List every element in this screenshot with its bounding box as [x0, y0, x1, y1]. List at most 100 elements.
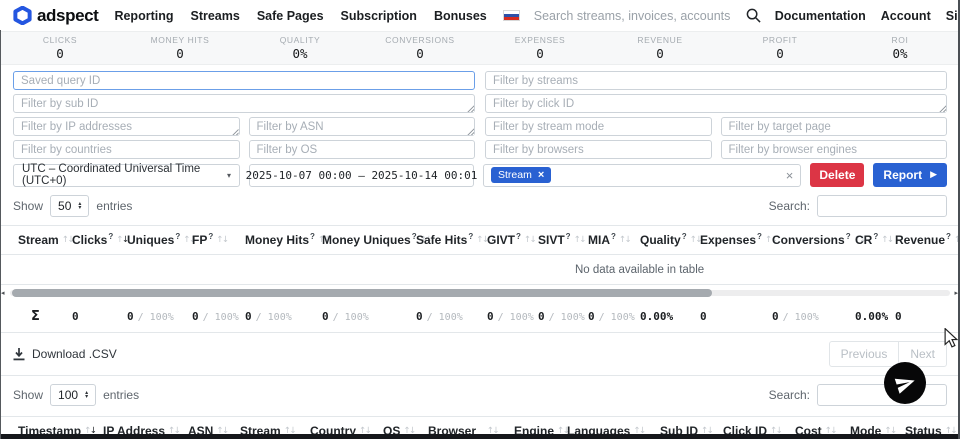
filters-panel: [0, 65, 960, 159]
column-label: MIA: [588, 233, 610, 247]
clicks-table-controls: Show 100 ▴▾ entries Search:: [0, 376, 960, 414]
column-label: Safe Hits: [416, 233, 467, 247]
column-label: Conversions: [772, 233, 845, 247]
summary-cell: 0.00%: [855, 310, 895, 323]
column-label: Money Uniques: [322, 233, 411, 247]
report-col-expenses[interactable]: Expenses?↑↓: [700, 233, 772, 247]
summary-cell: 0/ 100%: [192, 310, 245, 323]
sort-icon: ↑↓: [476, 235, 487, 245]
scrollbar-thumb[interactable]: [12, 289, 712, 297]
filter-countries-input[interactable]: [13, 140, 240, 159]
report-col-mia[interactable]: MIA?↑↓: [588, 233, 640, 247]
delete-button[interactable]: Delete: [810, 163, 864, 187]
nav-item-subscription[interactable]: Subscription: [341, 9, 417, 23]
play-icon: ▶: [930, 170, 937, 180]
nav-menu: Reporting Streams Safe Pages Subscription Bo…: [114, 9, 486, 23]
date-range-input[interactable]: 2025-10-07 00:00 – 2025-10-14 00:01: [249, 164, 474, 187]
clicks-page-size-select[interactable]: 100 ▴▾: [50, 384, 96, 406]
filter-click-id-input[interactable]: [485, 94, 947, 113]
report-col-uniques[interactable]: Uniques?↑↓: [127, 233, 192, 247]
report-col-conversions[interactable]: Conversions?↑↓: [772, 233, 855, 247]
help-icon: ?: [946, 233, 951, 241]
summary-value: 0: [245, 310, 252, 323]
report-col-sivt[interactable]: SIVT?↑↓: [538, 233, 588, 247]
nav-item-safe-pages[interactable]: Safe Pages: [257, 9, 324, 23]
filter-sub-id-input[interactable]: [13, 94, 475, 113]
stat-revenue: REVENUE0: [600, 35, 720, 61]
global-search-input[interactable]: [534, 9, 732, 23]
group-by-multiselect[interactable]: Stream × ×: [483, 164, 801, 187]
stat-value: 0%: [840, 46, 960, 61]
timezone-value: UTC – Coordinated Universal Time (UTC+0): [22, 163, 227, 187]
previous-page-button[interactable]: Previous: [829, 341, 900, 367]
summary-cell: 0/ 100%: [487, 310, 538, 323]
search-label: Search:: [769, 388, 810, 402]
summary-value: Σ: [18, 309, 40, 324]
filter-streams-input[interactable]: [485, 71, 947, 90]
nav-link-documentation[interactable]: Documentation: [775, 9, 866, 23]
report-col-money-hits[interactable]: Money Hits?↑↓: [245, 233, 322, 247]
report-col-givt[interactable]: GIVT?↑↓: [487, 233, 538, 247]
scroll-left-icon[interactable]: ◂: [1, 289, 5, 297]
filters-left-column: [13, 71, 475, 159]
report-col-stream[interactable]: Stream↑↓: [18, 233, 72, 247]
show-label: Show: [13, 199, 43, 213]
telegram-button[interactable]: [884, 362, 926, 404]
report-col-cr[interactable]: CR?↑↓: [855, 233, 895, 247]
sort-icon: ↑↓: [216, 235, 227, 245]
pagination: Previous Next: [829, 341, 947, 367]
show-label: Show: [13, 388, 43, 402]
report-col-safe-hits[interactable]: Safe Hits?↑↓: [416, 233, 487, 247]
entries-label: entries: [103, 388, 139, 402]
clicks-table-search-input[interactable]: [817, 384, 947, 406]
nav-item-bonuses[interactable]: Bonuses: [434, 9, 487, 23]
filter-browsers-input[interactable]: [485, 140, 712, 159]
summary-value: 0.00%: [855, 310, 888, 323]
report-table-footer: Download .CSV Previous Next: [0, 333, 960, 375]
nav-item-reporting[interactable]: Reporting: [114, 9, 173, 23]
report-col-quality[interactable]: Quality?↑↓: [640, 233, 700, 247]
filter-os-input[interactable]: [249, 140, 476, 159]
stat-label: ROI: [840, 35, 960, 45]
stepper-icon: ▴▾: [85, 391, 88, 400]
summary-cell: 0/ 100%: [322, 310, 416, 323]
search-icon[interactable]: [746, 8, 761, 23]
stat-money-hits: MONEY HITS0: [120, 35, 240, 61]
brand-name: adspect: [37, 6, 98, 26]
report-col-money-uniques[interactable]: Money Uniques?↑↓: [322, 233, 416, 247]
sort-icon: ↑↓: [881, 235, 892, 245]
report-page-size-select[interactable]: 50 ▴▾: [50, 195, 89, 217]
report-col-fp[interactable]: FP?↑↓: [192, 233, 245, 247]
report-col-revenue[interactable]: Revenue?↑↓: [895, 233, 955, 247]
timezone-select[interactable]: UTC – Coordinated Universal Time (UTC+0)…: [13, 164, 240, 187]
summary-cell: 0/ 100%: [416, 310, 487, 323]
filter-ip-addresses-input[interactable]: [13, 117, 240, 136]
clear-select-icon[interactable]: ×: [786, 169, 794, 182]
summary-cell: 0: [700, 310, 772, 323]
summary-fraction: / 100%: [427, 312, 463, 323]
adspect-logo[interactable]: adspect: [13, 6, 98, 26]
download-csv-button[interactable]: Download .CSV: [13, 347, 117, 361]
nav-link-account[interactable]: Account: [881, 9, 931, 23]
report-table-search-input[interactable]: [817, 195, 947, 217]
filter-asn-input[interactable]: [249, 117, 476, 136]
summary-value: 0: [538, 310, 545, 323]
report-button[interactable]: Report ▶: [873, 163, 947, 187]
nav-item-streams[interactable]: Streams: [190, 9, 239, 23]
summary-value: 0: [588, 310, 595, 323]
summary-fraction: / 100%: [138, 312, 174, 323]
report-col-clicks[interactable]: Clicks?↑↓: [72, 233, 127, 247]
sort-icon: ↑↓: [619, 235, 630, 245]
filter-target-page-input[interactable]: [721, 117, 948, 136]
help-icon: ?: [310, 233, 315, 241]
russian-flag-icon[interactable]: [503, 10, 520, 21]
column-label: CR: [855, 233, 872, 247]
summary-value: 0: [322, 310, 329, 323]
remove-tag-icon[interactable]: ×: [538, 170, 544, 181]
stat-value: 0%: [240, 46, 360, 61]
filter-browser-engines-input[interactable]: [721, 140, 948, 159]
filter-stream-mode-input[interactable]: [485, 117, 712, 136]
saved-query-id-input[interactable]: [13, 71, 475, 90]
help-icon: ?: [611, 233, 616, 241]
group-tag-stream[interactable]: Stream ×: [491, 167, 551, 183]
